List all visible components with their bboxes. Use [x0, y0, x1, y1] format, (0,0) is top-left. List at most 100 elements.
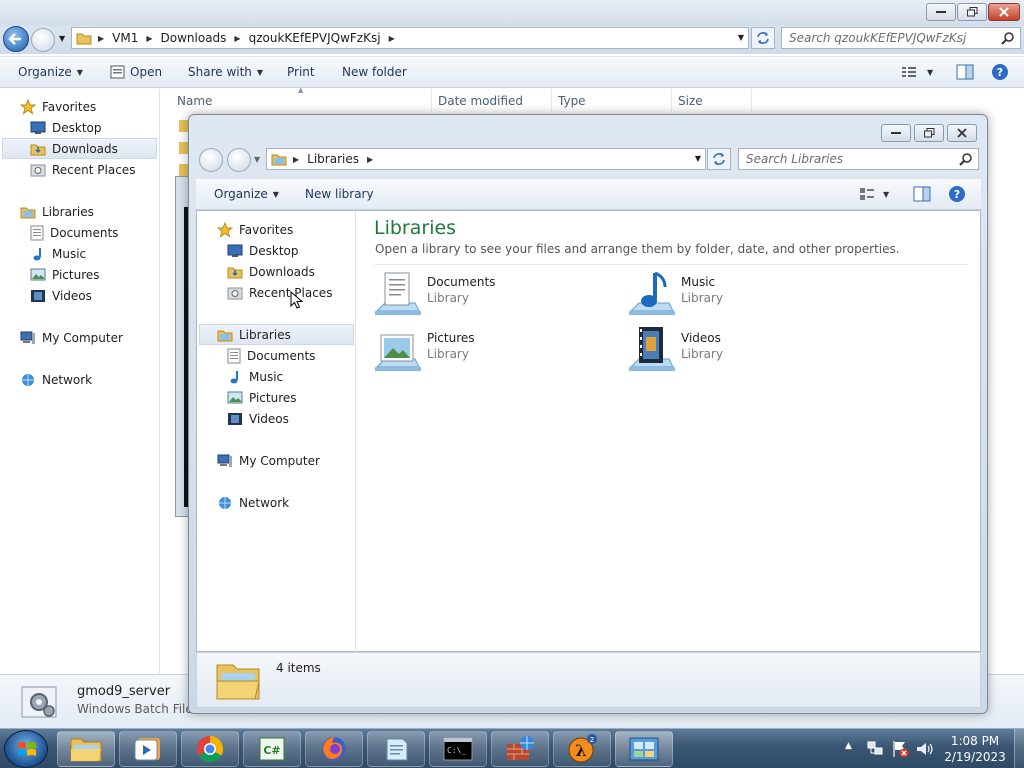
libraries-address-bar[interactable]: ▶ Libraries ▶ ▼	[266, 148, 706, 170]
open-icon	[110, 65, 125, 79]
nav-videos[interactable]: Videos	[227, 408, 289, 429]
refresh-button[interactable]	[751, 27, 775, 49]
breadcrumb-libraries[interactable]: Libraries	[307, 152, 359, 166]
close-button[interactable]	[988, 3, 1020, 21]
breadcrumb-current-folder[interactable]: qzoukKEfEPVJQwFzKsj	[249, 31, 381, 45]
libraries-refresh-button[interactable]	[707, 148, 731, 170]
nav-music[interactable]: Music	[227, 366, 283, 387]
batch-file-gear-icon	[21, 686, 57, 718]
minimize-button[interactable]	[926, 3, 956, 21]
nav-music[interactable]: Music	[30, 243, 86, 264]
page-description: Open a library to see your files and arr…	[375, 242, 900, 256]
libraries-search-box[interactable]: Search Libraries	[738, 148, 979, 170]
network-tray-icon[interactable]	[866, 740, 884, 758]
nav-documents[interactable]: Documents	[227, 345, 315, 366]
taskbar-firewall[interactable]	[491, 731, 549, 767]
search-box[interactable]: Search qzoukKEfEPVJQwFzKsj	[781, 27, 1021, 49]
media-player-icon	[134, 738, 160, 761]
breadcrumb-downloads[interactable]: Downloads	[161, 31, 227, 45]
open-button[interactable]: Open	[110, 57, 162, 87]
column-date-modified[interactable]: Date modified	[438, 94, 523, 108]
new-library-button[interactable]: New library	[305, 179, 374, 209]
nav-my-computer[interactable]: My Computer	[217, 450, 320, 471]
svg-text:C:\_: C:\_	[447, 746, 466, 755]
share-with-button[interactable]: Share with ▼	[188, 57, 263, 87]
start-button[interactable]	[4, 730, 48, 768]
libraries-restore-button[interactable]	[914, 124, 944, 142]
library-videos[interactable]: Videos Library	[627, 327, 867, 377]
column-name[interactable]: Name	[177, 94, 212, 108]
breadcrumb-separator-icon: ▶	[293, 154, 300, 164]
libraries-client-area: Favorites Desktop Downloads Recent Place…	[196, 210, 981, 653]
nav-pictures[interactable]: Pictures	[227, 387, 297, 408]
nav-downloads[interactable]: Downloads	[2, 138, 157, 159]
nav-documents[interactable]: Documents	[30, 222, 118, 243]
libraries-change-view-button[interactable]: ▼	[859, 179, 889, 209]
show-hidden-icons-button[interactable]: ▲	[845, 741, 852, 751]
recent-pages-dropdown-icon[interactable]: ▼	[254, 155, 260, 164]
nav-network[interactable]: Network	[217, 492, 289, 513]
organize-button[interactable]: Organize ▼	[18, 57, 83, 87]
back-button[interactable]	[3, 26, 29, 52]
recent-pages-dropdown-icon[interactable]: ▼	[59, 34, 65, 43]
libraries-organize-button[interactable]: Organize ▼	[214, 179, 279, 209]
show-desktop-button[interactable]	[1014, 729, 1024, 768]
clock[interactable]: 1:08 PM 2/19/2023	[940, 733, 1010, 765]
nav-desktop[interactable]: Desktop	[30, 117, 102, 138]
libraries-preview-pane-button[interactable]	[913, 179, 931, 209]
back-window-navbar: ▼ ▶ VM1 ▶ Downloads ▶ qzoukKEfEPVJQwFzKs…	[0, 26, 1024, 54]
nav-libraries[interactable]: Libraries	[199, 324, 354, 345]
nav-favorites[interactable]: Favorites	[217, 219, 293, 240]
libraries-close-button[interactable]	[947, 124, 977, 142]
volume-icon[interactable]	[915, 740, 933, 758]
library-pictures[interactable]: Pictures Library	[373, 327, 613, 377]
nav-recent-places[interactable]: Recent Places	[30, 159, 135, 180]
library-music[interactable]: Music Library	[627, 271, 867, 321]
libraries-minimize-button[interactable]	[881, 124, 911, 142]
nav-pictures[interactable]: Pictures	[30, 264, 100, 285]
taskbar-firefox[interactable]	[305, 731, 363, 767]
nav-libraries[interactable]: Libraries	[20, 201, 94, 222]
address-dropdown-icon[interactable]: ▼	[695, 154, 701, 163]
action-center-flag-icon[interactable]	[891, 740, 909, 758]
nav-favorites[interactable]: Favorites	[20, 96, 96, 117]
taskbar-chrome[interactable]	[181, 731, 239, 767]
breadcrumb-vm1[interactable]: VM1	[112, 31, 138, 45]
preview-pane-button[interactable]	[956, 57, 974, 87]
nav-recent-places[interactable]: Recent Places	[227, 282, 332, 303]
help-button[interactable]: ?	[991, 57, 1009, 87]
address-dropdown-icon[interactable]: ▼	[738, 33, 744, 42]
nav-network[interactable]: Network	[20, 369, 92, 390]
print-button[interactable]: Print	[287, 57, 315, 87]
back-window-titlebar[interactable]	[0, 0, 1024, 26]
column-size[interactable]: Size	[678, 94, 703, 108]
taskbar-windows-explorer[interactable]	[57, 731, 115, 767]
breadcrumb-separator-icon: ▶	[366, 154, 374, 164]
nav-desktop[interactable]: Desktop	[227, 240, 299, 261]
address-bar[interactable]: ▶ VM1 ▶ Downloads ▶ qzoukKEfEPVJQwFzKsj …	[71, 27, 749, 49]
column-type[interactable]: Type	[558, 94, 586, 108]
windows-logo-icon	[18, 742, 36, 756]
libraries-back-button[interactable]	[199, 148, 223, 172]
restore-button[interactable]	[957, 3, 987, 21]
videos-icon	[228, 412, 242, 425]
svg-text:C#: C#	[263, 744, 280, 757]
libraries-help-button[interactable]: ?	[948, 179, 966, 209]
library-documents[interactable]: Documents Library	[373, 271, 613, 321]
preview-pane-icon	[956, 64, 974, 80]
breadcrumb-separator-icon: ▶	[234, 33, 241, 43]
control-panel-icon	[629, 737, 659, 761]
taskbar-half-life-2[interactable]: λ2	[553, 731, 611, 767]
nav-downloads[interactable]: Downloads	[227, 261, 315, 282]
nav-videos[interactable]: Videos	[30, 285, 92, 306]
taskbar-csharp-editor[interactable]: C#	[243, 731, 301, 767]
forward-button[interactable]	[31, 28, 55, 52]
nav-my-computer[interactable]: My Computer	[20, 327, 123, 348]
taskbar-media-player[interactable]	[119, 731, 177, 767]
new-folder-button[interactable]: New folder	[342, 57, 407, 87]
taskbar-control-panel[interactable]	[615, 731, 673, 767]
change-view-button[interactable]: ▼	[901, 57, 933, 87]
taskbar-command-prompt[interactable]: C:\_	[429, 731, 487, 767]
libraries-forward-button[interactable]	[227, 148, 251, 172]
taskbar-notepad[interactable]	[367, 731, 425, 767]
